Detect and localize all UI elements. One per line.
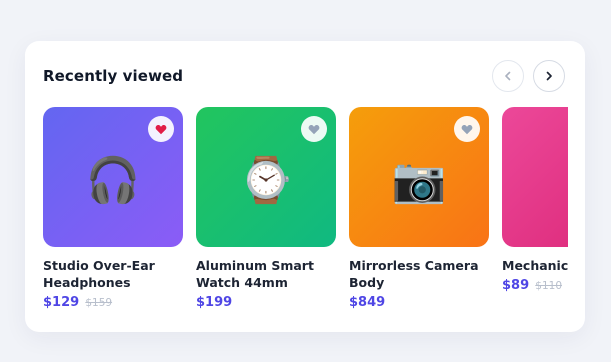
product-card[interactable]: 📷 Mirrorless Camera Body $849	[349, 107, 489, 311]
product-thumbnail[interactable]: ⌚	[196, 107, 336, 247]
product-name[interactable]: Aluminum Smart Watch 44mm	[196, 257, 336, 291]
product-price-row: $89 $110	[502, 278, 568, 294]
product-thumbnail[interactable]: ⌨️	[502, 107, 568, 247]
product-old-price: $159	[85, 297, 113, 309]
chevron-right-icon	[546, 71, 552, 81]
heart-icon	[155, 124, 167, 134]
product-price: $89	[502, 278, 530, 293]
carousel-next-button[interactable]	[533, 60, 565, 92]
product-carousel[interactable]: 🎧 Studio Over-Ear Headphones $129 $159 ⌚	[43, 107, 568, 327]
recently-viewed-card: Recently viewed 🎧 Studio Over-Ear Headph…	[25, 41, 585, 332]
product-thumbnail[interactable]: 🎧	[43, 107, 183, 247]
heart-icon	[461, 124, 473, 134]
product-card[interactable]: 🎧 Studio Over-Ear Headphones $129 $159	[43, 107, 183, 311]
favorite-button[interactable]	[148, 116, 174, 142]
headphones-icon: 🎧	[85, 155, 141, 207]
product-card[interactable]: ⌨️ Mechanica $89 $110	[502, 107, 568, 294]
product-price-row: $129 $159	[43, 295, 183, 311]
chevron-left-icon	[505, 71, 511, 81]
product-price-row: $849	[349, 295, 489, 311]
product-name[interactable]: Mechanica	[502, 257, 568, 274]
product-price: $199	[196, 295, 233, 310]
product-name[interactable]: Studio Over-Ear Headphones	[43, 257, 183, 291]
section-title: Recently viewed	[43, 67, 184, 85]
favorite-button[interactable]	[301, 116, 327, 142]
product-name[interactable]: Mirrorless Camera Body	[349, 257, 489, 291]
product-old-price: $110	[535, 280, 563, 292]
product-thumbnail[interactable]: 📷	[349, 107, 489, 247]
product-card[interactable]: ⌚ Aluminum Smart Watch 44mm $199	[196, 107, 336, 311]
favorite-button[interactable]	[454, 116, 480, 142]
carousel-prev-button[interactable]	[492, 60, 524, 92]
product-price: $129	[43, 295, 80, 310]
heart-icon	[308, 124, 320, 134]
camera-icon: 📷	[391, 155, 447, 207]
product-price-row: $199	[196, 295, 336, 311]
watch-icon: ⌚	[238, 155, 294, 207]
product-price: $849	[349, 295, 386, 310]
